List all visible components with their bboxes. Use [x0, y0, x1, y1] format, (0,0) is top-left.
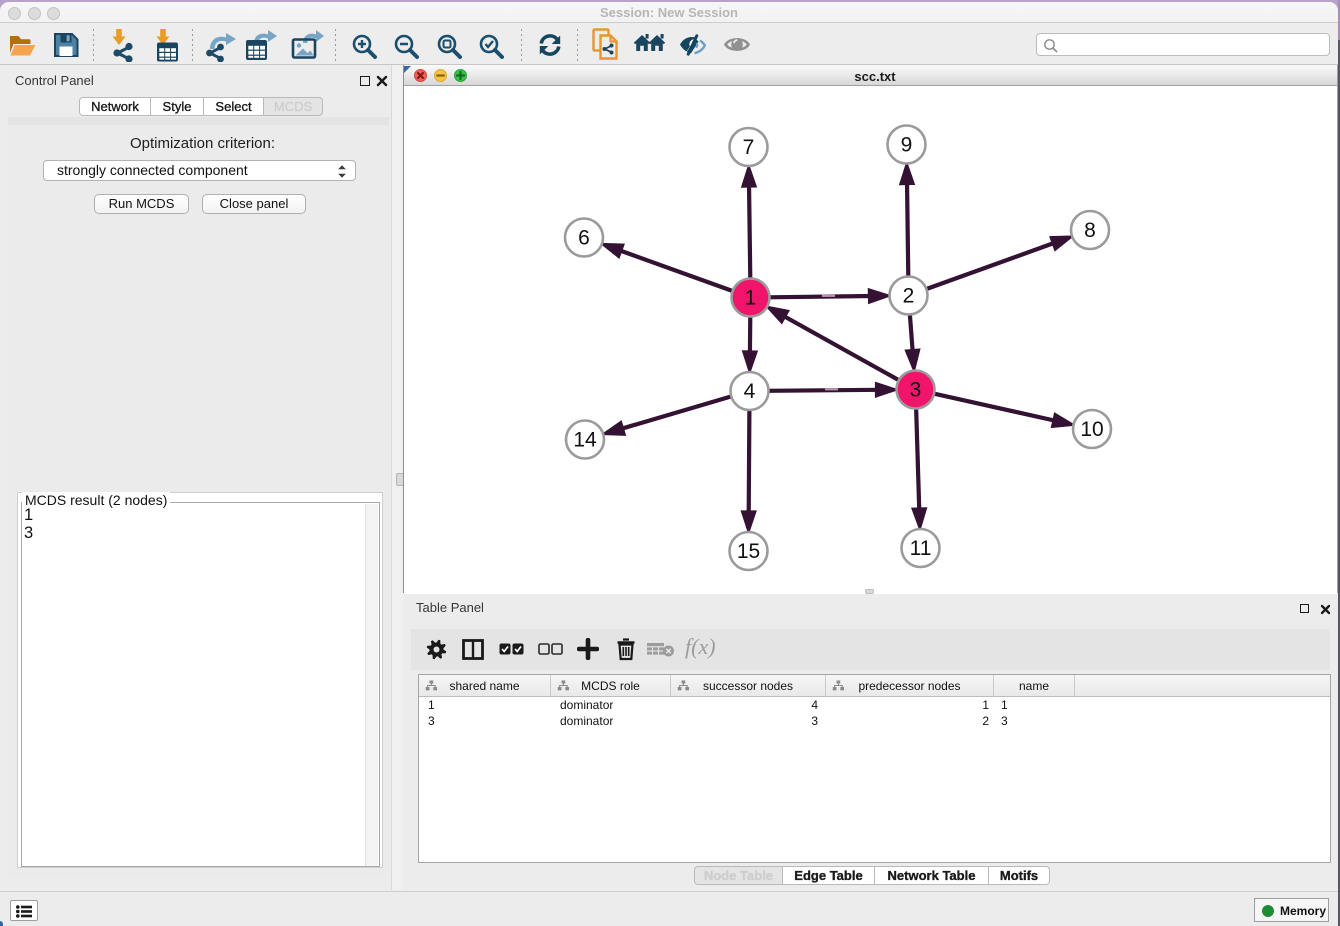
svg-text:11: 11	[910, 537, 932, 560]
svg-text:9: 9	[901, 134, 913, 157]
svg-text:7: 7	[743, 136, 755, 159]
svg-text:8: 8	[1084, 219, 1096, 242]
svg-text:10: 10	[1080, 418, 1103, 441]
svg-text:3: 3	[910, 379, 922, 402]
svg-text:6: 6	[578, 227, 590, 250]
svg-text:2: 2	[903, 285, 915, 308]
svg-text:1: 1	[745, 287, 757, 310]
svg-text:4: 4	[744, 380, 756, 403]
svg-text:14: 14	[573, 429, 597, 452]
svg-text:15: 15	[737, 540, 760, 563]
